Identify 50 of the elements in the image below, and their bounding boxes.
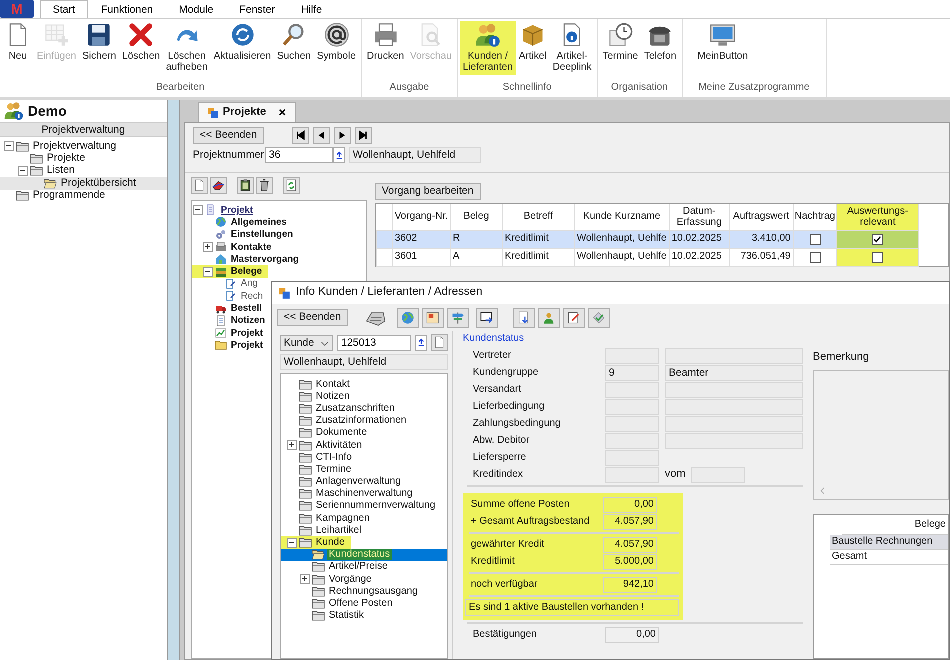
group-label: Organisation <box>610 82 669 95</box>
group-label: Meine Zusatzprogramme <box>698 82 811 95</box>
field-label: Summe offene Posten <box>471 498 571 510</box>
amount-field: 0,00 <box>603 496 657 512</box>
field-label: Abw. Debitor <box>473 434 531 446</box>
table-cell: 10.02.2025 <box>672 233 722 244</box>
customer-name-field: Wollenhaupt, Uehlfeld <box>280 354 448 370</box>
table-cell: 3601 <box>395 251 418 262</box>
field-label: noch verfügbar <box>471 578 539 590</box>
table-cell: Wollenhaupt, Uehlfe <box>577 233 667 244</box>
amount-field: 0,00 <box>605 626 659 642</box>
field-label: Zahlungsbedingung <box>473 418 562 430</box>
section-header: Projektverwaltung <box>0 122 167 137</box>
amount-field: 4.057,90 <box>603 536 657 552</box>
field-label: Bemerkung <box>813 351 870 364</box>
table-cell: 10.02.2025 <box>672 251 722 262</box>
table-cell: R <box>453 233 460 244</box>
amount-field: 4.057,90 <box>603 514 657 530</box>
table-cell: 3602 <box>395 233 418 244</box>
table-cell: Kreditlimit <box>505 251 549 262</box>
field-label: Kundengruppe <box>473 366 540 378</box>
group-legend: Kundenstatus <box>463 333 803 347</box>
status-message: Es sind 1 aktive Baustellen vorhanden ! <box>465 599 679 616</box>
field-label: gewährter Kredit <box>471 538 546 550</box>
group-label: Bearbeiten <box>155 82 206 95</box>
readonly-field: 9 <box>605 364 659 380</box>
field-label: Lieferbedingung <box>473 400 546 412</box>
field-label: Projektnummer <box>193 148 265 162</box>
field-label: vom <box>665 468 685 482</box>
readonly-field: Beamter <box>665 364 803 380</box>
field-label: Kreditlimit <box>471 556 516 568</box>
table-cell: 736.051,49 <box>740 251 791 262</box>
field-label: Vertreter <box>473 350 512 362</box>
group-label: Ausgabe <box>388 82 430 95</box>
field-label: Liefersperre <box>473 452 528 464</box>
field-label: Versandart <box>473 384 522 396</box>
group-label: Schnellinfo <box>502 82 553 95</box>
field-label: + Gesamt Auftragsbestand <box>471 516 591 528</box>
dialog-title: Info Kunden / Lieferanten / Adressen <box>296 286 483 300</box>
column-header: Auswertungs-relevant <box>836 204 919 230</box>
table-cell: Kreditlimit <box>505 233 549 244</box>
field-label: Kreditindex <box>473 468 524 480</box>
table-cell: 3.410,00 <box>752 233 791 244</box>
amount-field: 942,10 <box>603 576 657 592</box>
table-cell: A <box>453 251 460 262</box>
amount-field: 5.000,00 <box>603 554 657 570</box>
customer-name-field: Wollenhaupt, Uehlfeld <box>349 147 481 163</box>
field-label: Bestätigungen <box>473 628 538 640</box>
table-cell: Wollenhaupt, Uehlfe <box>577 251 667 262</box>
sidebar-title: Demo <box>28 102 67 120</box>
